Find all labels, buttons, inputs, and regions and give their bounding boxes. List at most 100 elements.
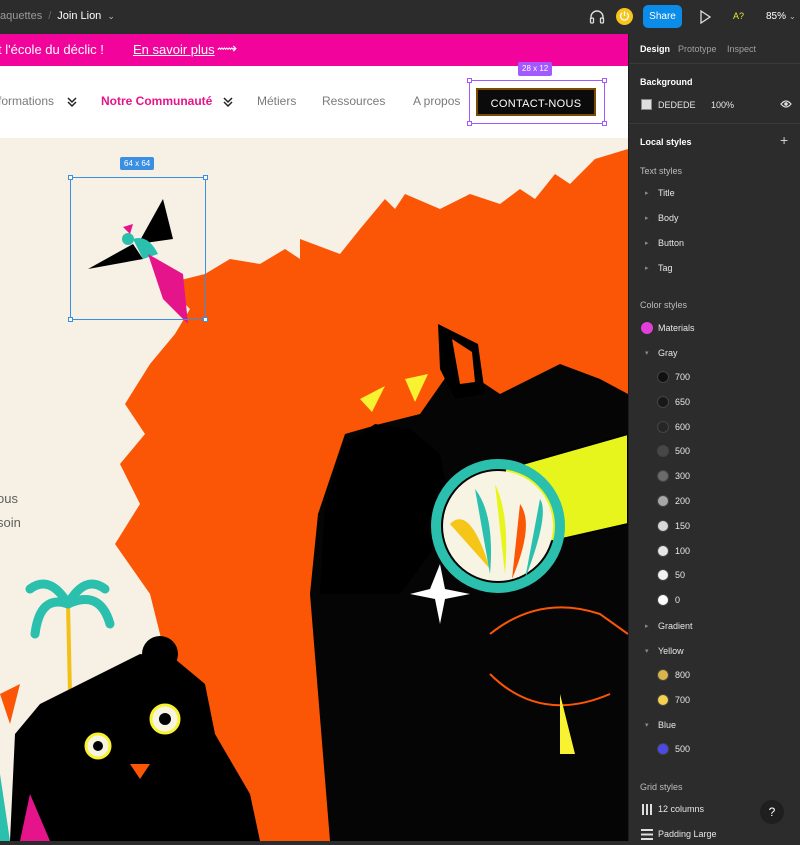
color-style-item[interactable]: 300 — [629, 467, 800, 487]
color-group-gray[interactable]: ▾ Gray — [629, 344, 800, 364]
share-button[interactable]: Share — [643, 5, 682, 28]
caret-down-icon[interactable]: ▾ — [645, 647, 649, 655]
style-label: Button — [658, 238, 685, 248]
arrow-icon[interactable]: ⟿ — [217, 40, 237, 57]
style-label: 700 — [675, 372, 691, 382]
text-style-item[interactable]: ▸ Title — [629, 184, 800, 204]
color-style-item[interactable]: 700 — [629, 691, 800, 711]
style-label: Body — [658, 213, 679, 223]
color-swatch — [657, 594, 669, 607]
style-label: 500 — [675, 446, 691, 457]
color-group-blue[interactable]: ▾ Blue — [629, 716, 800, 736]
text-styles-title: Text styles — [640, 166, 683, 176]
color-style-item[interactable]: 500 — [629, 442, 800, 462]
color-group-gradient[interactable]: ▸ Gradient — [629, 617, 800, 637]
chevron-down-icon[interactable] — [222, 96, 234, 108]
eye-icon[interactable] — [780, 99, 792, 109]
nav-item-formations[interactable]: formations — [0, 94, 54, 108]
zoom-menu[interactable]: 85% ⌄ — [766, 11, 796, 22]
breadcrumb: aquettes / Join Lion ⌄ — [0, 10, 115, 22]
nav-item-ressources[interactable]: Ressources — [322, 94, 385, 108]
caret-down-icon[interactable]: ▾ — [645, 349, 649, 357]
color-style-item[interactable]: 600 — [629, 418, 800, 438]
style-label: Materials — [658, 323, 695, 333]
color-style-item[interactable]: 700 — [629, 368, 800, 388]
color-group-yellow[interactable]: ▾ Yellow — [629, 642, 800, 662]
color-style-materials[interactable]: Materials — [629, 319, 800, 339]
site-navbar: formations Notre Communauté Métiers Ress… — [0, 66, 628, 138]
style-label: Gray — [658, 348, 678, 358]
properties-panel: Design Prototype Inspect Background DEDE… — [628, 34, 800, 841]
color-style-item[interactable]: 150 — [629, 517, 800, 537]
tab-design[interactable]: Design — [640, 44, 670, 54]
help-button[interactable]: ? — [760, 800, 784, 824]
text-style-item[interactable]: ▸ Tag — [629, 259, 800, 279]
text-style-item[interactable]: ▸ Body — [629, 209, 800, 229]
background-swatch[interactable] — [641, 99, 652, 110]
color-styles-title: Color styles — [640, 300, 688, 310]
color-style-item[interactable]: 50 — [629, 566, 800, 586]
nav-item-metiers[interactable]: Métiers — [257, 94, 296, 108]
background-opacity[interactable]: 100% — [711, 100, 734, 110]
style-label: 50 — [675, 570, 686, 581]
chevron-down-icon[interactable]: ⌄ — [107, 11, 115, 22]
body-text: ous — [0, 491, 18, 506]
caret-right-icon[interactable]: ▸ — [645, 214, 649, 222]
rows-icon — [641, 829, 653, 840]
project-name[interactable]: aquettes — [0, 10, 42, 22]
color-swatch — [657, 445, 669, 458]
plus-icon[interactable]: + — [780, 132, 788, 148]
zoom-level: 85% — [766, 11, 787, 22]
file-name[interactable]: Join Lion — [57, 10, 101, 22]
headphones-icon[interactable] — [589, 9, 605, 25]
color-style-item[interactable]: 200 — [629, 492, 800, 512]
accessibility-menu[interactable]: A? — [733, 11, 744, 21]
caret-right-icon[interactable]: ▸ — [645, 239, 649, 247]
lion-illustration — [0, 149, 628, 841]
color-swatch — [657, 544, 669, 557]
style-label: 150 — [675, 520, 691, 531]
banner-message: t l'école du déclic ! — [0, 42, 104, 57]
play-icon[interactable] — [699, 10, 711, 24]
style-label: Title — [658, 188, 675, 198]
style-label: 800 — [675, 670, 691, 680]
body-text: soin — [0, 515, 21, 530]
caret-right-icon[interactable]: ▸ — [645, 264, 649, 272]
tab-prototype[interactable]: Prototype — [678, 44, 717, 54]
color-swatch — [641, 322, 653, 334]
grid-styles-title: Grid styles — [640, 782, 683, 792]
banner-link[interactable]: En savoir plus — [133, 42, 215, 57]
contact-button[interactable]: CONTACT-NOUS — [476, 88, 596, 116]
chevron-down-icon[interactable] — [66, 96, 78, 108]
nav-item-communaute[interactable]: Notre Communauté — [101, 94, 212, 108]
caret-down-icon[interactable]: ▾ — [645, 721, 649, 729]
color-style-item[interactable]: 100 — [629, 542, 800, 562]
user-avatar[interactable] — [616, 8, 633, 25]
style-label: Blue — [658, 720, 677, 730]
style-label: 500 — [675, 744, 691, 754]
color-swatch — [657, 371, 669, 383]
tab-inspect[interactable]: Inspect — [727, 44, 756, 54]
style-label: Gradient — [658, 621, 693, 631]
background-hex[interactable]: DEDEDE — [658, 100, 696, 110]
color-swatch — [657, 420, 669, 433]
style-label: 600 — [675, 421, 691, 432]
text-style-item[interactable]: ▸ Button — [629, 234, 800, 254]
style-label: Tag — [658, 263, 673, 273]
background-title: Background — [640, 77, 693, 87]
color-style-item[interactable]: 500 — [629, 740, 800, 760]
color-swatch — [657, 569, 669, 582]
grid-style-item[interactable]: Padding Large — [629, 825, 800, 845]
color-swatch — [657, 669, 669, 681]
style-label: 100 — [675, 545, 691, 556]
design-canvas[interactable]: t l'école du déclic ! En savoir plus ⟿ f… — [0, 34, 628, 841]
caret-right-icon[interactable]: ▸ — [645, 189, 649, 197]
caret-right-icon[interactable]: ▸ — [645, 622, 649, 630]
style-label: Padding Large — [658, 829, 717, 839]
panel-tabs: Design Prototype Inspect — [629, 34, 800, 64]
nav-item-apropos[interactable]: A propos — [413, 94, 460, 108]
color-style-item[interactable]: 650 — [629, 393, 800, 413]
color-swatch — [657, 395, 669, 408]
color-style-item[interactable]: 0 — [629, 591, 800, 611]
color-style-item[interactable]: 800 — [629, 666, 800, 686]
